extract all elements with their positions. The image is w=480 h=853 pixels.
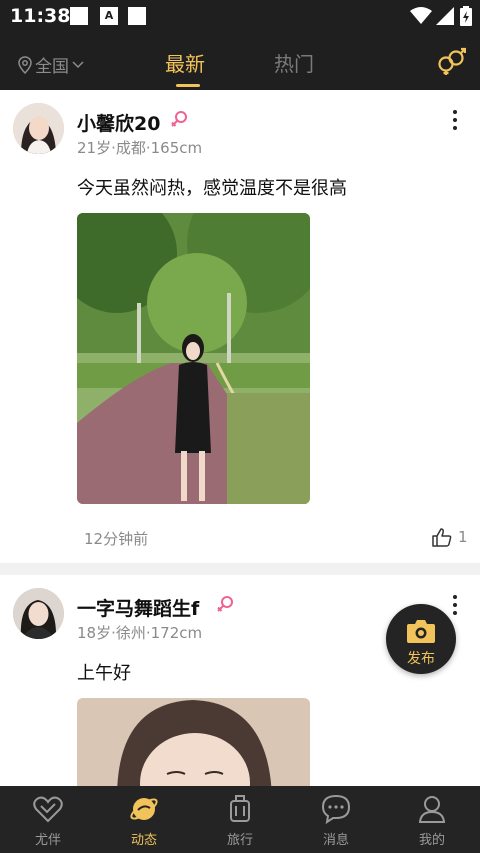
- female-icon: [171, 111, 187, 127]
- post-photo-image: [77, 698, 310, 786]
- battery-icon: [460, 6, 472, 26]
- username[interactable]: 一字马舞蹈生f: [77, 594, 199, 621]
- notification-square-icon: [70, 7, 88, 25]
- a-icon: A: [100, 7, 118, 25]
- location-pin-icon: [18, 55, 32, 74]
- nav-youban[interactable]: 尤伴: [0, 786, 96, 853]
- publish-label: 发布: [407, 651, 435, 667]
- nav-label: 尤伴: [34, 833, 61, 848]
- wifi-icon: [410, 7, 432, 24]
- chat-icon: [321, 794, 351, 824]
- nav-label: 动态: [130, 833, 157, 848]
- camera-icon: [407, 620, 435, 643]
- top-nav: 全国 最新 热门: [0, 32, 480, 90]
- avatar-image: [13, 588, 64, 639]
- username[interactable]: 小馨欣20: [77, 109, 160, 136]
- nav-travel[interactable]: 旅行: [192, 786, 288, 853]
- female-icon: [217, 596, 233, 612]
- post-time: 12分钟前: [84, 530, 149, 548]
- more-options-icon[interactable]: [448, 110, 462, 132]
- luggage-icon: [230, 795, 250, 822]
- planet-icon: [130, 798, 158, 820]
- thumbs-up-icon: [432, 528, 452, 547]
- avatar[interactable]: [13, 103, 64, 154]
- gender-filter-icon[interactable]: [436, 46, 466, 76]
- feed[interactable]: 小馨欣20 21岁·成都·165cm 今天虽然闷热，感觉温度不是很高 12分钟前…: [0, 90, 480, 786]
- location-label: 全国: [35, 57, 69, 77]
- heart-icon: [33, 796, 63, 823]
- nav-label: 消息: [322, 833, 349, 848]
- bottom-nav: 尤伴 动态 旅行 消息 我的: [0, 786, 480, 853]
- user-meta: 21岁·成都·165cm: [77, 139, 203, 157]
- person-icon: [418, 796, 446, 823]
- more-options-icon[interactable]: [448, 595, 462, 617]
- like-count: 1: [458, 528, 468, 546]
- tab-active-indicator: [176, 84, 200, 87]
- post-photo[interactable]: [77, 213, 310, 504]
- avatar-image: [13, 103, 64, 154]
- user-meta: 18岁·徐州·172cm: [77, 624, 203, 642]
- nav-label: 我的: [418, 833, 445, 848]
- location-selector[interactable]: 全国: [18, 52, 84, 77]
- tab-latest[interactable]: 最新: [165, 48, 205, 77]
- nav-label: 旅行: [226, 833, 253, 848]
- nav-messages[interactable]: 消息: [288, 786, 384, 853]
- like-button[interactable]: 1: [432, 527, 468, 547]
- signal-icon: [436, 7, 454, 25]
- nav-profile[interactable]: 我的: [384, 786, 480, 853]
- post-text: 上午好: [77, 663, 131, 684]
- status-time: 11:38: [10, 5, 71, 27]
- post-photo[interactable]: [77, 698, 310, 786]
- notification-square-icon: [128, 7, 146, 25]
- publish-button[interactable]: 发布: [386, 604, 456, 674]
- post-divider: [0, 563, 480, 575]
- avatar[interactable]: [13, 588, 64, 639]
- post-photo-image: [77, 213, 310, 504]
- tab-popular[interactable]: 热门: [274, 48, 314, 77]
- nav-dynamics[interactable]: 动态: [96, 786, 192, 853]
- chevron-down-icon: [72, 60, 84, 68]
- post-text: 今天虽然闷热，感觉温度不是很高: [77, 178, 347, 199]
- post-card[interactable]: 小馨欣20 21岁·成都·165cm 今天虽然闷热，感觉温度不是很高 12分钟前…: [0, 90, 480, 560]
- status-bar: 11:38 A: [0, 0, 480, 32]
